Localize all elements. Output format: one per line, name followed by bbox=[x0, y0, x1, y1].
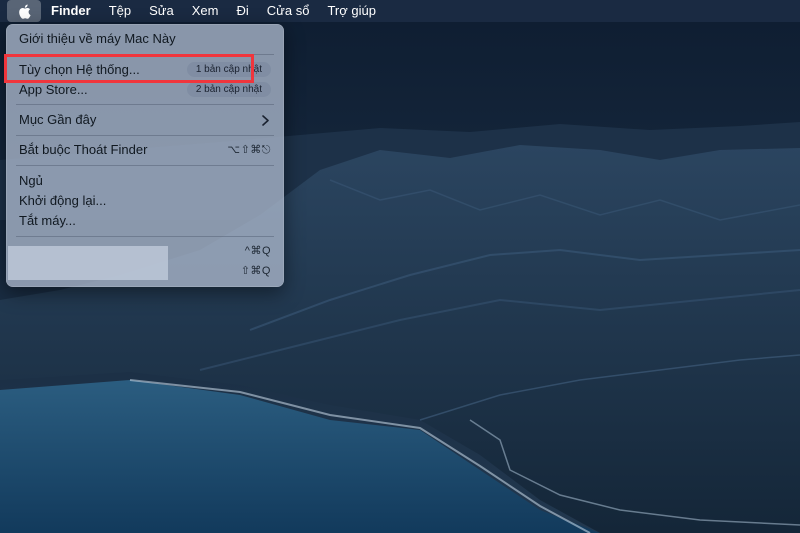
menu-item-shut-down[interactable]: Tắt máy... bbox=[19, 211, 271, 231]
menu-window[interactable]: Cửa sổ bbox=[258, 0, 319, 22]
menu-separator bbox=[16, 165, 274, 166]
menu-finder[interactable]: Finder bbox=[41, 0, 100, 22]
menu-view[interactable]: Xem bbox=[183, 0, 228, 22]
force-quit-label: Bắt buộc Thoát Finder bbox=[19, 142, 148, 157]
force-quit-shortcut: ⌥⇧⌘⎋ bbox=[227, 144, 271, 156]
menu-item-recent-items[interactable]: Mục Gần đây bbox=[19, 110, 271, 130]
restart-label: Khởi động lại... bbox=[19, 193, 107, 208]
recent-items-label: Mục Gần đây bbox=[19, 112, 97, 127]
menu-help[interactable]: Trợ giúp bbox=[318, 0, 385, 22]
menu-file[interactable]: Tệp bbox=[100, 0, 140, 22]
lock-screen-shortcut: ^⌘Q bbox=[244, 245, 271, 257]
highlight-annotation-box bbox=[4, 54, 254, 83]
menu-separator bbox=[16, 104, 274, 105]
redacted-area bbox=[8, 246, 168, 280]
menu-item-about-this-mac[interactable]: Giới thiệu về máy Mac Này bbox=[19, 29, 271, 49]
menu-separator bbox=[16, 135, 274, 136]
chevron-right-icon bbox=[262, 115, 269, 126]
menu-item-restart[interactable]: Khởi động lại... bbox=[19, 191, 271, 211]
desktop: Finder Tệp Sửa Xem Đi Cửa sổ Trợ giúp Gi… bbox=[0, 0, 800, 533]
menu-edit[interactable]: Sửa bbox=[140, 0, 183, 22]
log-out-shortcut: ⇧⌘Q bbox=[240, 265, 271, 277]
menu-separator bbox=[16, 236, 274, 237]
menu-item-app-store[interactable]: App Store... 2 bản cập nhật bbox=[19, 80, 271, 100]
menu-go[interactable]: Đi bbox=[227, 0, 257, 22]
app-store-label: App Store... bbox=[19, 82, 88, 97]
apple-menu-button[interactable] bbox=[7, 0, 41, 22]
menu-item-force-quit[interactable]: Bắt buộc Thoát Finder ⌥⇧⌘⎋ bbox=[19, 140, 271, 160]
sleep-label: Ngủ bbox=[19, 173, 43, 188]
menu-item-sleep[interactable]: Ngủ bbox=[19, 171, 271, 191]
apple-icon bbox=[18, 4, 31, 19]
app-store-update-badge: 2 bản cập nhật bbox=[186, 82, 271, 97]
menu-bar: Finder Tệp Sửa Xem Đi Cửa sổ Trợ giúp bbox=[0, 0, 800, 22]
about-label: Giới thiệu về máy Mac Này bbox=[19, 31, 176, 46]
shut-down-label: Tắt máy... bbox=[19, 213, 76, 228]
